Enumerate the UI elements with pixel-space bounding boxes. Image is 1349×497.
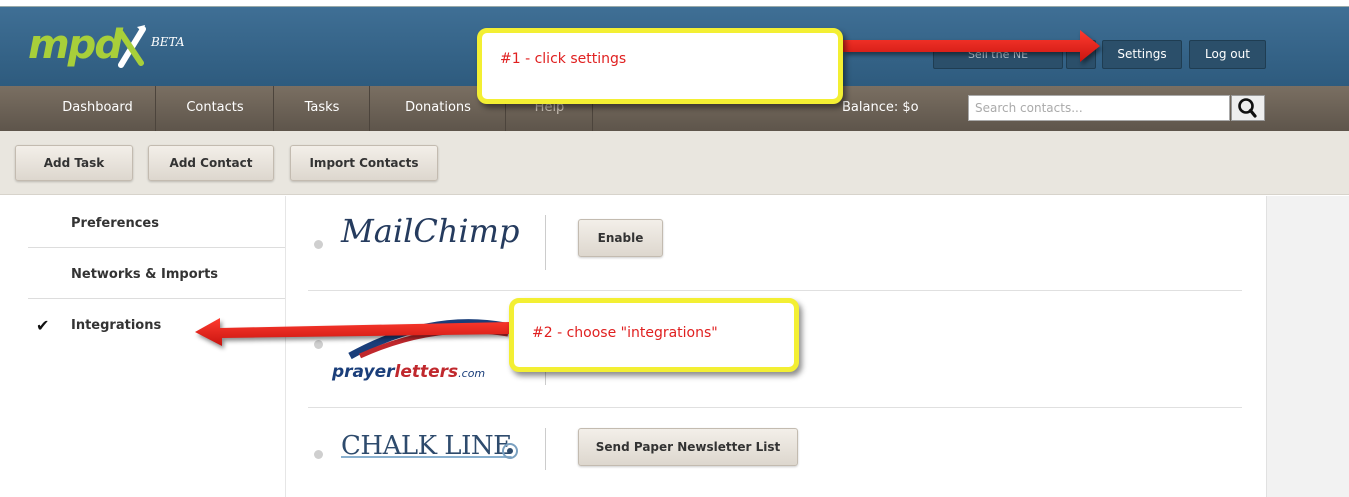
bullet-icon: [314, 450, 323, 459]
annotation-callout-integrations: #2 - choose "integrations": [509, 298, 799, 372]
sidebar-item-label: Preferences: [71, 216, 159, 231]
send-paper-newsletter-button[interactable]: Send Paper Newsletter List: [578, 428, 798, 466]
search-icon: [1238, 98, 1257, 118]
right-gutter: [1266, 196, 1349, 497]
add-contact-button[interactable]: Add Contact: [148, 145, 274, 181]
user-menu-button[interactable]: Sell the NE: [933, 40, 1063, 69]
import-contacts-button[interactable]: Import Contacts: [290, 145, 438, 181]
logout-button[interactable]: Log out: [1189, 40, 1266, 69]
mailchimp-logo: MailChimp: [341, 212, 520, 250]
prayerletters-wordmark: prayerletters.com: [332, 362, 485, 382]
enable-mailchimp-button[interactable]: Enable: [578, 219, 663, 257]
add-task-button[interactable]: Add Task: [15, 145, 133, 181]
sidebar-item-preferences[interactable]: Preferences: [28, 196, 285, 248]
logo-x-icon: [117, 25, 147, 69]
prayerletters-suffix: .com: [458, 367, 486, 380]
bullet-icon: [314, 240, 323, 249]
nav-tasks[interactable]: Tasks: [275, 86, 370, 131]
beta-badge: BETA: [150, 35, 185, 49]
sidebar-item-label: Networks & Imports: [71, 267, 219, 282]
action-bar: Add Task Add Contact Import Contacts: [0, 131, 1349, 195]
sidebar-item-networks-imports[interactable]: Networks & Imports: [28, 247, 285, 299]
user-menu-dropdown-button[interactable]: [1066, 40, 1096, 69]
nav-contacts[interactable]: Contacts: [157, 86, 274, 131]
sidebar-item-label: Integrations: [71, 318, 162, 333]
checkmark-icon: ✔: [36, 316, 50, 335]
chalkline-eye-icon: [502, 443, 518, 459]
bullet-icon: [314, 340, 323, 349]
divider: [285, 196, 286, 497]
row-divider: [308, 290, 1242, 291]
mpdx-logo[interactable]: mpd BETA: [28, 25, 185, 69]
row-divider: [308, 407, 1242, 408]
balance-display: Balance: $o: [842, 100, 919, 115]
prayerletters-accent: letters: [394, 362, 459, 382]
search-input[interactable]: Search contacts...: [968, 95, 1230, 121]
chalkline-logo: CHALK LINE: [341, 431, 512, 461]
nav-dashboard[interactable]: Dashboard: [40, 86, 156, 131]
prayerletters-prefix: prayer: [332, 362, 395, 382]
search-button[interactable]: [1231, 95, 1265, 121]
sidebar-item-integrations[interactable]: ✔ Integrations: [28, 298, 285, 350]
annotation-callout-settings: #1 - click settings: [477, 28, 843, 104]
divider: [545, 215, 546, 270]
divider: [545, 428, 546, 470]
logo-text: mpd: [28, 22, 123, 68]
settings-sidebar: Preferences Networks & Imports ✔ Integra…: [0, 196, 285, 497]
settings-button[interactable]: Settings: [1102, 40, 1182, 69]
